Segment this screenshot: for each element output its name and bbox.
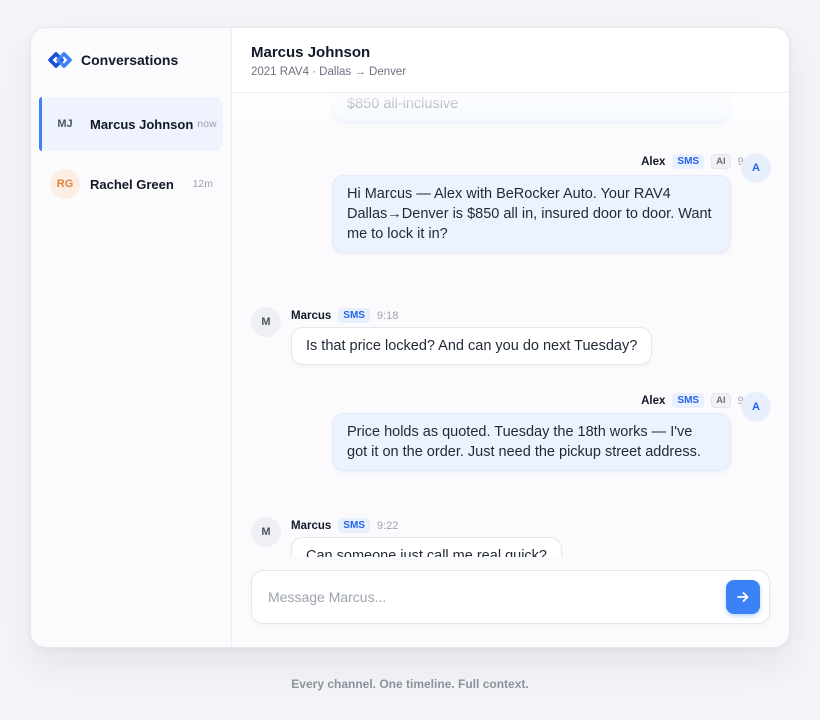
send-button[interactable] (726, 580, 760, 614)
conversation-panel: Marcus Johnson 2021 RAV4 · Dallas → Denv… (232, 28, 789, 647)
avatar: A (741, 392, 771, 422)
message-time: 9:22 (376, 519, 399, 532)
message-meta: Marcus SMS 9:22 (291, 518, 398, 533)
contact-subtitle: 2021 RAV4 · Dallas → Denver (251, 66, 407, 78)
avatar: M (251, 517, 281, 547)
message-sender: Marcus (291, 309, 332, 322)
tagline: Every channel. One timeline. Full contex… (291, 677, 529, 691)
avatar: MJ (57, 118, 73, 130)
conversation-time: 12m (192, 178, 213, 190)
message-sender: Alex (641, 394, 666, 407)
conversation-name: Marcus Johnson (90, 116, 194, 132)
app-window: Conversations MJ Marcus Johnson now RG R… (30, 27, 790, 648)
channel-badge: SMS (672, 154, 705, 169)
message-sender: Alex (641, 155, 666, 168)
ai-badge: AI (711, 393, 731, 408)
conversation-item-marcus-johnson[interactable]: MJ Marcus Johnson now (39, 97, 223, 151)
channel-badge: SMS (338, 308, 370, 323)
message-bubble: Hi Marcus — Alex with BeRocker Auto. You… (332, 175, 731, 253)
contact-name: Marcus Johnson (251, 44, 371, 61)
message-meta: Marcus SMS 9:18 (291, 308, 398, 323)
arrow-right-icon (736, 590, 750, 604)
sidebar: Conversations MJ Marcus Johnson now RG R… (31, 28, 232, 647)
message-bubble: Is that price locked? And can you do nex… (291, 327, 653, 365)
channel-badge: SMS (672, 393, 705, 408)
ai-badge: AI (711, 154, 731, 169)
message-composer (251, 570, 770, 624)
message-time: 9:18 (376, 309, 399, 322)
avatar: RG (50, 169, 80, 199)
message-bubble: Your quote is ready — 2021 RAV4, Dallas … (332, 93, 731, 123)
avatar: M (251, 307, 281, 337)
avatar: A (741, 153, 771, 183)
logo-icon (47, 51, 73, 69)
channel-badge: SMS (338, 518, 370, 533)
conversation-time: now (197, 118, 217, 130)
message-meta: Alex SMS AI 9:15 (459, 154, 759, 169)
message-thread[interactable]: Your quote is ready — 2021 RAV4, Dallas … (232, 93, 789, 557)
conversation-list: MJ Marcus Johnson now RG Rachel Green 12… (39, 97, 223, 211)
conversation-header: Marcus Johnson 2021 RAV4 · Dallas → Denv… (232, 28, 789, 93)
conversation-item-rachel-green[interactable]: RG Rachel Green 12m (39, 157, 223, 211)
message-input[interactable] (252, 571, 712, 623)
message-bubble: Price holds as quoted. Tuesday the 18th … (332, 413, 731, 471)
conversation-name: Rachel Green (90, 176, 174, 192)
message-bubble: Can someone just call me real quick? (291, 537, 562, 557)
message-meta: Alex SMS AI 9:19 (459, 393, 759, 408)
brand: Conversations (39, 28, 223, 92)
sidebar-title: Conversations (81, 52, 179, 68)
message-sender: Marcus (291, 519, 332, 532)
